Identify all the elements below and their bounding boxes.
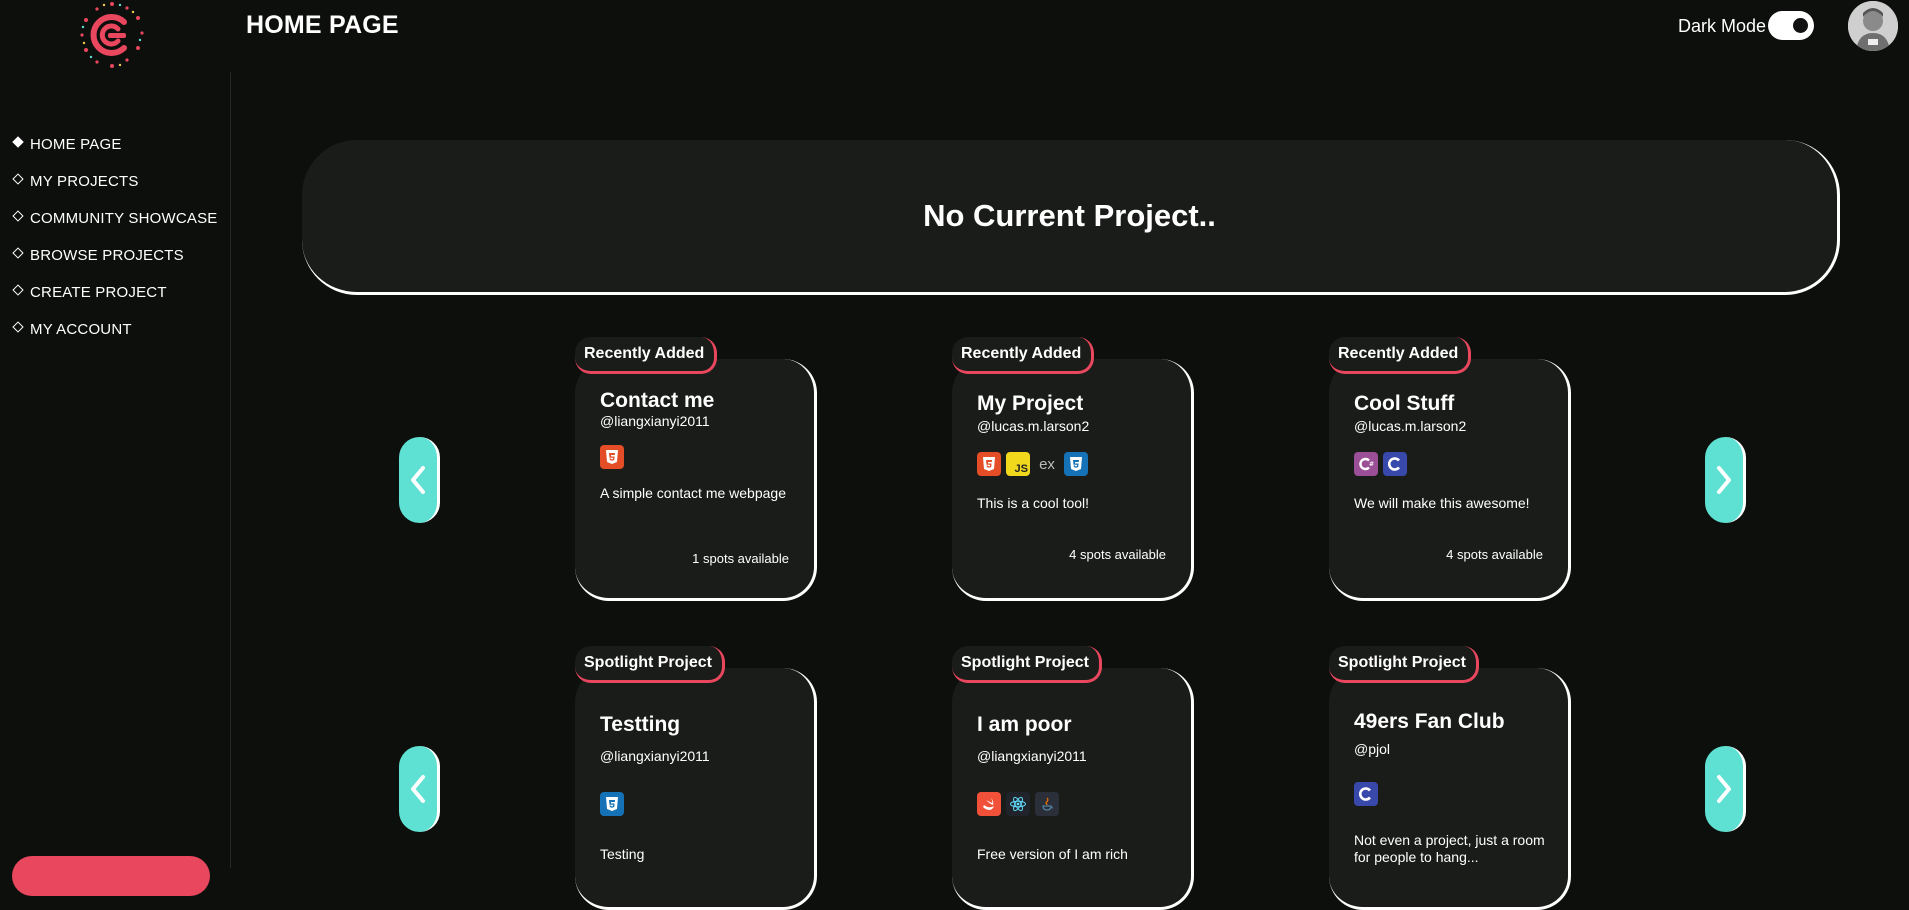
javascript-icon: JS: [1006, 452, 1030, 476]
card-tech-icons: [1354, 782, 1378, 806]
sidebar-item-label: CREATE PROJECT: [30, 284, 167, 301]
dark-mode-toggle[interactable]: [1768, 11, 1814, 40]
chevron-right-icon: [1717, 466, 1731, 494]
recent-prev-button[interactable]: [399, 437, 440, 523]
project-card[interactable]: Spotlight Project I am poor @liangxianyi…: [952, 646, 1194, 910]
card-badge: Spotlight Project: [952, 646, 1102, 683]
swift-icon: [977, 792, 1001, 816]
card-username: @lucas.m.larson2: [977, 418, 1090, 434]
card-badge: Spotlight Project: [575, 646, 725, 683]
card-spots: 4 spots available: [1069, 547, 1166, 562]
express-icon: ex: [1035, 452, 1059, 476]
card-badge: Recently Added: [952, 337, 1095, 374]
card-description: Free version of I am rich: [977, 846, 1128, 862]
html5-icon: [977, 452, 1001, 476]
card-title: 49ers Fan Club: [1354, 710, 1505, 733]
card-description: A simple contact me webpage: [600, 485, 786, 501]
spotlight-prev-button[interactable]: [399, 746, 440, 832]
card-tech-icons: JS ex: [977, 452, 1088, 476]
svg-text:#: #: [1369, 461, 1374, 468]
card-title: Contact me: [600, 389, 715, 412]
project-card[interactable]: Recently Added Cool Stuff @lucas.m.larso…: [1329, 337, 1571, 601]
sidebar-nav: HOME PAGE MY PROJECTS COMMUNITY SHOWCASE…: [12, 126, 218, 348]
csharp-icon: #: [1354, 452, 1378, 476]
project-card[interactable]: Spotlight Project Testting @liangxianyi2…: [575, 646, 817, 910]
project-card[interactable]: Spotlight Project 49ers Fan Club @pjol N…: [1329, 646, 1571, 910]
recent-next-button[interactable]: [1705, 437, 1746, 523]
card-description: This is a cool tool!: [977, 495, 1090, 511]
card-username: @pjol: [1354, 741, 1391, 757]
sidebar-item-label: BROWSE PROJECTS: [30, 247, 184, 264]
sidebar-bottom-button[interactable]: [12, 856, 210, 896]
chevron-left-icon: [411, 775, 425, 803]
sidebar-item-home-page[interactable]: HOME PAGE: [12, 126, 218, 163]
card-username: @lucas.m.larson2: [1354, 418, 1467, 434]
card-description: Testing: [600, 846, 645, 862]
dark-mode-label: Dark Mode: [1678, 16, 1767, 36]
diamond-icon: [12, 246, 24, 259]
project-card[interactable]: Recently Added My Project @lucas.m.larso…: [952, 337, 1194, 601]
sidebar-item-my-account[interactable]: MY ACCOUNT: [12, 311, 218, 348]
c-language-icon: [1383, 452, 1407, 476]
toggle-knob: [1793, 18, 1808, 33]
current-project-banner: No Current Project..: [302, 140, 1840, 295]
page-title: HOME PAGE: [246, 11, 399, 39]
sidebar-item-label: HOME PAGE: [30, 136, 122, 153]
diamond-icon: [12, 172, 24, 185]
card-badge: Spotlight Project: [1329, 646, 1479, 683]
card-description: We will make this awesome!: [1354, 495, 1530, 511]
css3-icon: [1064, 452, 1088, 476]
sidebar-item-browse-projects[interactable]: BROWSE PROJECTS: [12, 237, 218, 274]
diamond-icon: [12, 320, 24, 333]
chevron-right-icon: [1717, 775, 1731, 803]
sidebar-item-community-showcase[interactable]: COMMUNITY SHOWCASE: [12, 200, 218, 237]
card-description: Not even a project, just a room for peop…: [1354, 832, 1545, 865]
sidebar-item-create-project[interactable]: CREATE PROJECT: [12, 274, 218, 311]
css3-icon: [600, 792, 624, 816]
html5-icon: [600, 445, 624, 469]
c-language-icon: [1354, 782, 1378, 806]
diamond-filled-icon: [12, 135, 24, 148]
card-title: My Project: [977, 392, 1084, 415]
sidebar-item-label: COMMUNITY SHOWCASE: [30, 210, 218, 227]
card-badge: Recently Added: [575, 337, 718, 374]
card-spots: 1 spots available: [692, 551, 789, 566]
card-title: Cool Stuff: [1354, 392, 1455, 415]
sidebar-item-my-projects[interactable]: MY PROJECTS: [12, 163, 218, 200]
spotlight-next-button[interactable]: [1705, 746, 1746, 832]
card-spots: 4 spots available: [1446, 547, 1543, 562]
diamond-icon: [12, 209, 24, 222]
card-badge: Recently Added: [1329, 337, 1472, 374]
card-title: I am poor: [977, 713, 1072, 736]
chevron-left-icon: [411, 466, 425, 494]
card-username: @liangxianyi2011: [600, 413, 710, 429]
diamond-icon: [12, 283, 24, 296]
card-username: @liangxianyi2011: [600, 748, 710, 764]
java-icon: [1035, 792, 1059, 816]
sidebar-item-label: MY ACCOUNT: [30, 321, 132, 338]
sidebar-divider: [230, 72, 231, 868]
card-tech-icons: #: [1354, 452, 1407, 476]
app-logo[interactable]: [72, 0, 152, 72]
card-title: Testting: [600, 713, 681, 736]
card-tech-icons: [977, 792, 1059, 816]
project-card[interactable]: Recently Added Contact me @liangxianyi20…: [575, 337, 817, 601]
card-tech-icons: [600, 445, 624, 469]
sidebar-item-label: MY PROJECTS: [30, 173, 139, 190]
current-project-text: No Current Project..: [923, 198, 1216, 233]
react-icon: [1006, 792, 1030, 816]
card-tech-icons: [600, 792, 624, 816]
avatar[interactable]: [1848, 1, 1898, 51]
card-username: @liangxianyi2011: [977, 748, 1087, 764]
